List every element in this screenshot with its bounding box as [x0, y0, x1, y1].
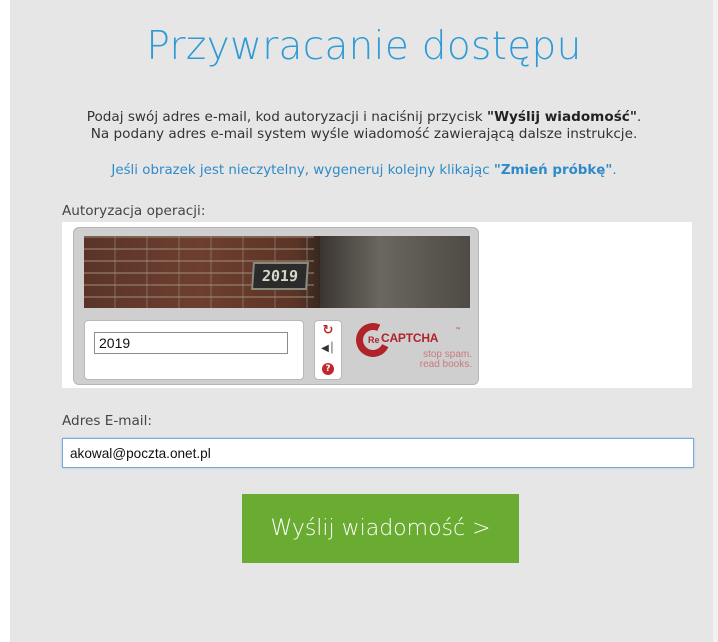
- captcha-controls: ↻ ◀│ ?: [314, 320, 342, 380]
- recaptcha-logo-re: Re: [368, 335, 380, 345]
- email-label: Adres E-mail:: [62, 413, 152, 429]
- intro-line-2: Na podany adres e-mail system wyśle wiad…: [90, 126, 638, 142]
- send-message-button[interactable]: Wyślij wiadomość >: [242, 494, 519, 563]
- intro-text: Podaj swój adres e-mail, kod autoryzacji…: [10, 109, 718, 143]
- refresh-icon[interactable]: ↻: [315, 322, 341, 340]
- captcha-area: 2019 ↻ ◀│ ? Re CAPTCHA ™ stop spam. read…: [62, 222, 692, 388]
- recaptcha-logo: Re CAPTCHA ™ stop spam. read books.: [348, 318, 476, 380]
- intro-line-1-suffix: .: [636, 109, 642, 125]
- captcha-image: 2019: [84, 236, 470, 308]
- page-title: Przywracanie dostępu: [146, 24, 582, 69]
- recaptcha-logo-tm: ™: [455, 327, 461, 334]
- intro-line-1-text: Podaj swój adres e-mail, kod autoryzacji…: [86, 109, 487, 125]
- hint-bold: "Zmień próbkę": [493, 163, 613, 178]
- hint-suffix: .: [612, 163, 617, 178]
- recaptcha-logo-name: CAPTCHA: [381, 331, 439, 345]
- captcha-image-number: 2019: [251, 262, 309, 290]
- recaptcha-widget: 2019 ↻ ◀│ ? Re CAPTCHA ™ stop spam. read…: [73, 227, 479, 385]
- recaptcha-tagline: stop spam. read books.: [420, 350, 472, 370]
- intro-line-1-bold: "Wyślij wiadomość": [486, 109, 637, 125]
- captcha-response-input[interactable]: [94, 332, 288, 354]
- captcha-image-dark: [320, 236, 470, 308]
- email-field[interactable]: [62, 438, 694, 468]
- help-icon[interactable]: ?: [315, 359, 341, 377]
- captcha-label: Autoryzacja operacji:: [62, 203, 206, 219]
- audio-icon[interactable]: ◀│: [315, 340, 341, 358]
- intro-line-1: Podaj swój adres e-mail, kod autoryzacji…: [10, 109, 718, 126]
- hint-text: Jeśli obrazek jest nieczytelny, wygeneru…: [111, 163, 494, 178]
- captcha-hint: Jeśli obrazek jest nieczytelny, wygeneru…: [10, 163, 718, 178]
- captcha-input-box: [84, 320, 304, 380]
- scrollbar-track[interactable]: [713, 0, 718, 642]
- recaptcha-tagline-2: read books.: [419, 359, 472, 370]
- form-panel: Przywracanie dostępu Podaj swój adres e-…: [10, 0, 718, 642]
